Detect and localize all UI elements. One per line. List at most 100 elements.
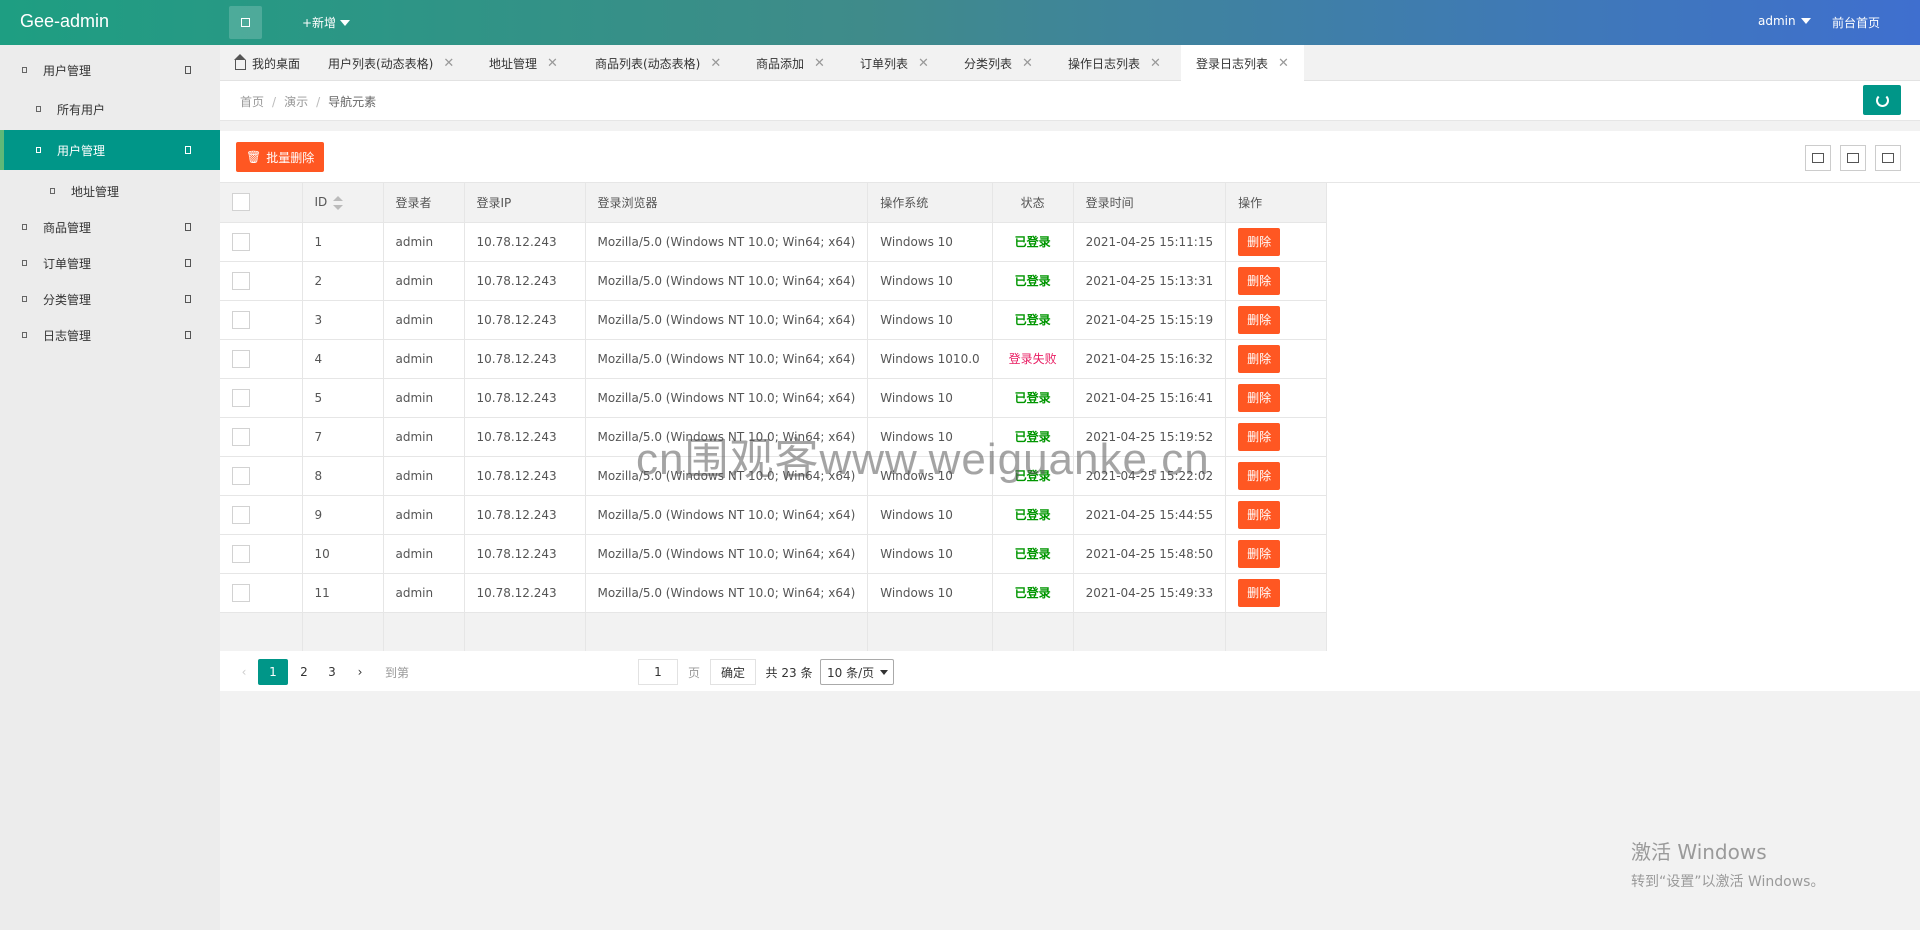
os-cell: Windows 10 [867,261,993,301]
columns-filter-button[interactable] [1805,145,1831,171]
os-cell: Windows 10 [867,573,993,613]
delete-button[interactable]: 删除 [1238,539,1281,568]
delete-button[interactable]: 删除 [1238,266,1281,295]
delete-button[interactable]: 删除 [1238,578,1281,607]
page-button[interactable]: 2 [292,659,316,685]
print-button[interactable] [1875,145,1901,171]
action-cell: 删除 [1225,339,1328,379]
user-cell: admin [383,534,465,574]
expand-icon [185,223,191,231]
sidebar-item-user-management[interactable]: 用户管理 [0,55,220,85]
close-icon[interactable]: ✕ [710,56,721,71]
row-checkbox[interactable] [232,271,250,290]
close-icon[interactable]: ✕ [918,56,929,71]
menu-toggle-button[interactable] [229,6,262,39]
close-icon[interactable]: ✕ [1150,56,1161,71]
goto-page-input[interactable]: 1 [638,659,678,685]
delete-button[interactable]: 删除 [1238,344,1281,373]
print-icon [1882,153,1894,163]
close-icon[interactable]: ✕ [1278,56,1289,71]
column-header-user: 登录者 [383,183,465,223]
front-home-link[interactable]: 前台首页 [1832,14,1880,31]
delete-button[interactable]: 删除 [1238,500,1281,529]
empty-cell [585,612,869,652]
tab-label: 用户列表(动态表格) [328,56,434,71]
export-icon [1847,153,1859,163]
delete-button[interactable]: 删除 [1238,461,1281,490]
page-button[interactable]: 1 [258,659,288,685]
row-checkbox[interactable] [232,232,250,251]
page-size-select[interactable]: 10 条/页 [820,659,894,685]
add-new-menu[interactable]: +新增 [302,14,351,31]
tab-login-log[interactable]: 登录日志列表 ✕ [1181,45,1304,81]
row-checkbox[interactable] [232,388,250,407]
tab-product-list[interactable]: 商品列表(动态表格) ✕ [580,45,736,81]
tab-category-list[interactable]: 分类列表 ✕ [949,45,1048,81]
os-cell: Windows 10 [867,300,993,340]
tab-address[interactable]: 地址管理 ✕ [474,45,573,81]
sort-icon[interactable] [333,195,344,210]
close-icon[interactable]: ✕ [443,56,454,71]
page-unit-label: 页 [687,665,700,680]
delete-button[interactable]: 删除 [1238,422,1281,451]
select-all-checkbox[interactable] [232,193,250,212]
tab-order-list[interactable]: 订单列表 ✕ [845,45,944,81]
sidebar-item-all-users[interactable]: 所有用户 [0,94,220,124]
row-checkbox[interactable] [232,427,250,446]
tab-operation-log[interactable]: 操作日志列表 ✕ [1053,45,1176,81]
delete-button[interactable]: 删除 [1238,227,1281,256]
delete-button[interactable]: 删除 [1238,305,1281,334]
user-menu[interactable]: admin [1758,14,1811,28]
column-header-id[interactable]: ID [302,183,384,223]
select-cell [220,300,303,340]
sidebar-item-orders[interactable]: 订单管理 [0,248,220,278]
breadcrumb-item[interactable]: 首页 [240,95,264,109]
breadcrumb-item[interactable]: 演示 [284,95,308,109]
tab-desktop[interactable]: 我的桌面 [220,45,315,81]
sidebar-item-categories[interactable]: 分类管理 [0,284,220,314]
delete-button[interactable]: 删除 [1238,383,1281,412]
close-icon[interactable]: ✕ [814,56,825,71]
empty-cell [1073,612,1227,652]
tab-product-add[interactable]: 商品添加 ✕ [741,45,840,81]
sidebar-item-label: 分类管理 [43,292,92,307]
goto-confirm-button[interactable]: 确定 [710,659,756,685]
row-checkbox[interactable] [232,544,250,563]
action-cell: 删除 [1225,261,1328,301]
row-checkbox[interactable] [232,310,250,329]
sidebar-item-address[interactable]: 地址管理 [0,176,220,206]
status-cell: 已登录 [992,261,1074,301]
row-checkbox[interactable] [232,349,250,368]
close-icon[interactable]: ✕ [547,56,558,71]
time-cell: 2021-04-25 15:16:32 [1073,339,1227,379]
sidebar-item-user-management-sub[interactable]: 用户管理 [0,130,220,170]
tab-user-list[interactable]: 用户列表(动态表格) ✕ [313,45,469,81]
export-button[interactable] [1840,145,1866,171]
empty-cell [302,612,384,652]
action-cell: 删除 [1225,573,1328,613]
id-cell: 2 [302,261,384,301]
sidebar-item-products[interactable]: 商品管理 [0,212,220,242]
browser-cell: Mozilla/5.0 (Windows NT 10.0; Win64; x64… [585,378,869,418]
batch-delete-button[interactable]: 🗑 批量删除 [236,142,325,172]
page-size-value: 10 条/页 [827,665,875,680]
row-checkbox[interactable] [232,583,250,602]
tab-label: 订单列表 [860,56,909,71]
ip-cell: 10.78.12.243 [464,300,586,340]
user-cell: admin [383,378,465,418]
tab-bar: 我的桌面 用户列表(动态表格) ✕ 地址管理 ✕ 商品列表(动态表格) ✕ 商品添加 ✕… [220,45,1920,81]
prev-page-button[interactable]: ‹ [234,659,254,685]
row-checkbox[interactable] [232,505,250,524]
table-row: 2 admin 10.78.12.243 Mozilla/5.0 (Windows N… [220,261,1328,301]
column-header-os: 操作系统 [867,183,993,223]
next-page-button[interactable]: › [350,659,370,685]
sidebar-item-logs[interactable]: 日志管理 [0,320,220,350]
close-icon[interactable]: ✕ [1022,56,1033,71]
app-logo[interactable]: Gee-admin [20,11,109,32]
total-count: 共 23 条 [765,665,813,680]
row-checkbox[interactable] [232,466,250,485]
table-row: 5 admin 10.78.12.243 Mozilla/5.0 (Windows N… [220,378,1328,418]
refresh-button[interactable] [1863,85,1901,115]
table-row: 11 admin 10.78.12.243 Mozilla/5.0 (Windows … [220,573,1328,613]
page-button[interactable]: 3 [320,659,344,685]
